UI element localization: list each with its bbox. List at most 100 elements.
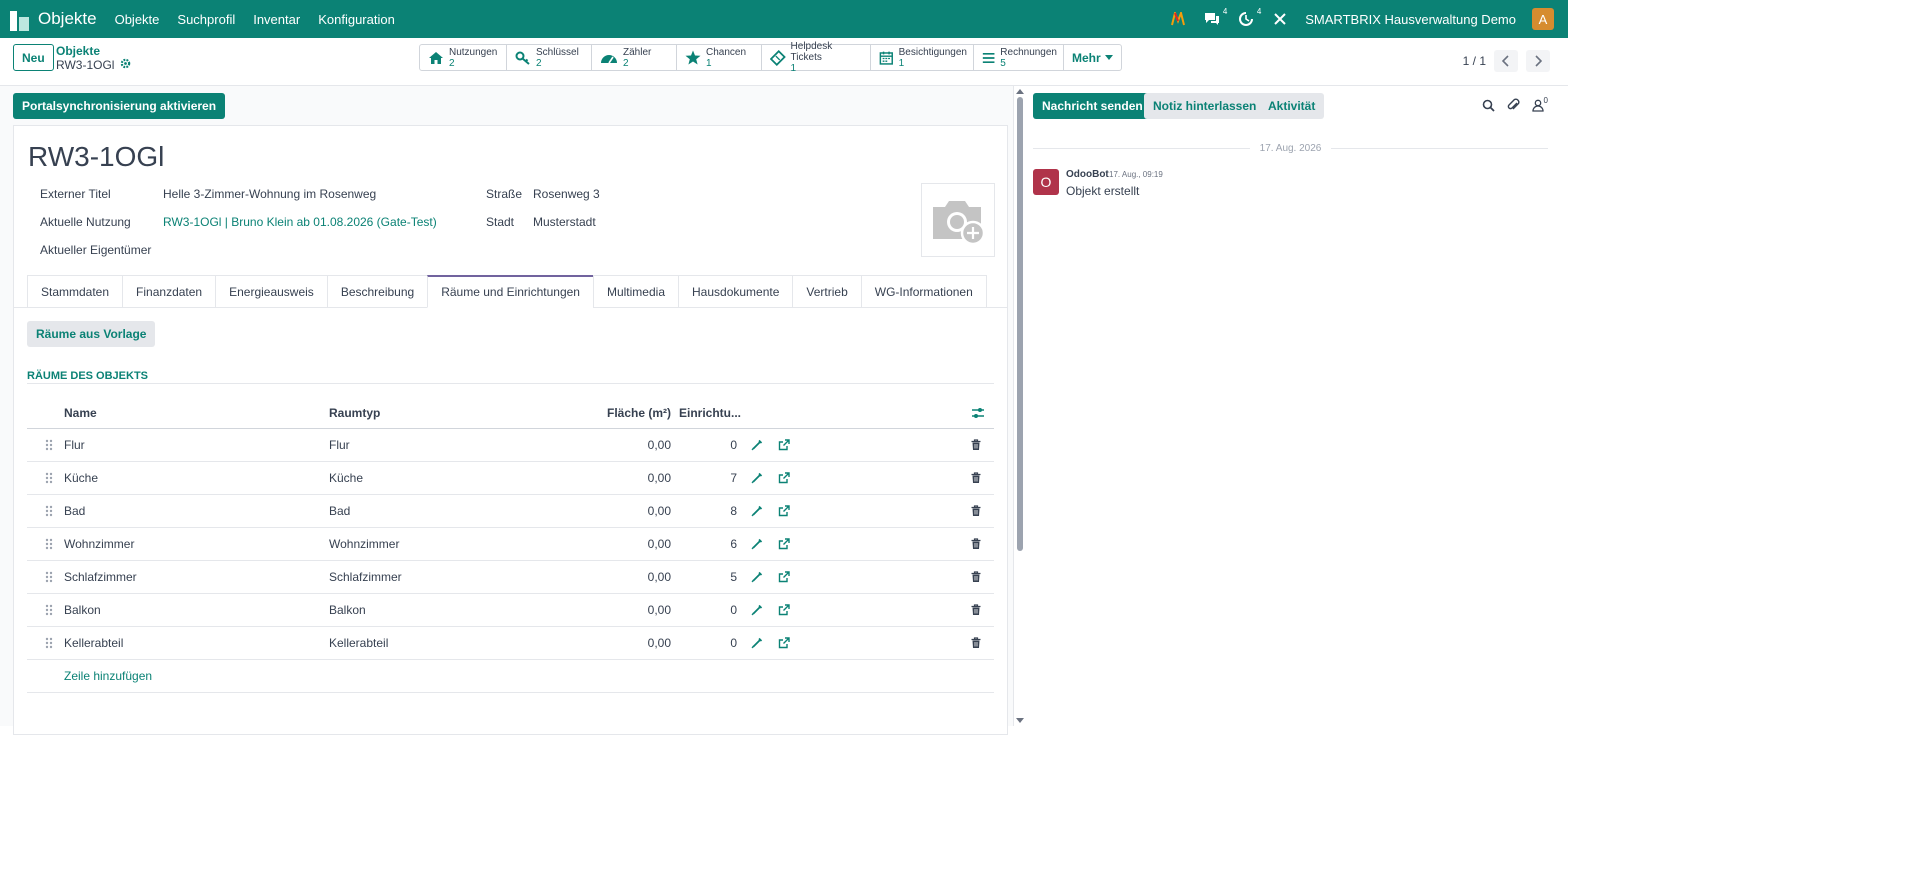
table-row[interactable]: Wohnzimmer Wohnzimmer 0,00 6 [27,528,994,561]
tab-stammdaten[interactable]: Stammdaten [27,275,123,308]
table-row[interactable]: Schlafzimmer Schlafzimmer 0,00 5 [27,561,994,594]
room-area[interactable]: 0,00 [547,561,671,593]
table-row[interactable]: Küche Küche 0,00 7 [27,462,994,495]
image-upload[interactable] [921,183,995,257]
room-einrichtungen[interactable]: 5 [679,561,737,593]
room-einrichtungen[interactable]: 8 [679,495,737,527]
smart-button-schluessel[interactable]: Schlüssel 2 [507,45,592,70]
tab-energieausweis[interactable]: Energieausweis [215,275,327,308]
gear-icon[interactable] [120,58,131,72]
edit-wand-icon[interactable] [751,462,763,494]
pager-prev-button[interactable] [1494,50,1518,72]
room-type[interactable]: Kellerabteil [329,627,388,659]
open-external-icon[interactable] [778,627,790,659]
rooms-from-template-button[interactable]: Räume aus Vorlage [27,321,156,347]
log-note-button[interactable]: Notiz hinterlassen [1144,93,1266,119]
table-row[interactable]: Balkon Balkon 0,00 0 [27,594,994,627]
open-external-icon[interactable] [778,561,790,593]
delete-trash-icon[interactable] [971,429,981,461]
edit-wand-icon[interactable] [751,561,763,593]
tools-icon[interactable] [1271,10,1289,28]
room-type[interactable]: Wohnzimmer [329,528,399,560]
menu-objekte[interactable]: Objekte [115,12,160,27]
delete-trash-icon[interactable] [971,462,981,494]
tab-wg-informationen[interactable]: WG-Informationen [860,275,987,308]
delete-trash-icon[interactable] [971,594,981,626]
tab-raeume-und-einrichtungen[interactable]: Räume und Einrichtungen [427,275,593,308]
edit-wand-icon[interactable] [751,594,763,626]
tab-vertrieb[interactable]: Vertrieb [792,275,861,308]
user-avatar[interactable]: A [1532,8,1554,30]
street-value[interactable]: Rosenweg 3 [533,187,600,201]
room-type[interactable]: Bad [329,495,350,527]
menu-suchprofil[interactable]: Suchprofil [177,12,235,27]
messages-icon[interactable]: 4 [1203,7,1227,28]
pager-next-button[interactable] [1526,50,1550,72]
room-einrichtungen[interactable]: 0 [679,594,737,626]
room-einrichtungen[interactable]: 7 [679,462,737,494]
search-icon[interactable] [1482,99,1495,112]
form-scrollbar-thumb[interactable] [1017,97,1023,551]
breadcrumb-parent[interactable]: Objekte [56,44,100,58]
room-einrichtungen[interactable]: 0 [679,429,737,461]
tab-hausdokumente[interactable]: Hausdokumente [678,275,793,308]
external-title-value[interactable]: Helle 3-Zimmer-Wohnung im Rosenweg [163,187,376,201]
smart-button-nutzungen[interactable]: Nutzungen 2 [420,45,507,70]
current-use-link[interactable]: RW3-1OGl | Bruno Klein ab 01.08.2026 (Ga… [163,215,437,229]
edit-wand-icon[interactable] [751,627,763,659]
room-area[interactable]: 0,00 [547,462,671,494]
room-name[interactable]: Schlafzimmer [64,561,137,593]
followers-button[interactable]: 0 [1531,96,1548,112]
room-type[interactable]: Schlafzimmer [329,561,402,593]
column-header-area[interactable]: Fläche (m²) [547,398,671,428]
column-header-einrichtungen[interactable]: Einrichtu... [679,398,741,428]
send-message-button[interactable]: Nachricht senden [1033,93,1152,119]
activities-icon[interactable]: 4 [1237,7,1261,28]
record-title[interactable]: RW3-1OGl [28,141,164,173]
menu-konfiguration[interactable]: Konfiguration [318,12,395,27]
room-name[interactable]: Wohnzimmer [64,528,134,560]
tab-multimedia[interactable]: Multimedia [592,275,678,308]
add-line-link[interactable]: Zeile hinzufügen [64,660,152,692]
tab-beschreibung[interactable]: Beschreibung [326,275,428,308]
drag-handle-icon[interactable] [45,627,53,659]
delete-trash-icon[interactable] [971,627,981,659]
drag-handle-icon[interactable] [45,561,53,593]
open-external-icon[interactable] [778,495,790,527]
delete-trash-icon[interactable] [971,495,981,527]
room-area[interactable]: 0,00 [547,594,671,626]
room-type[interactable]: Flur [329,429,350,461]
open-external-icon[interactable] [778,429,790,461]
room-type[interactable]: Küche [329,462,363,494]
open-external-icon[interactable] [778,462,790,494]
tab-finanzdaten[interactable]: Finanzdaten [122,275,216,308]
new-button[interactable]: Neu [13,44,54,71]
room-area[interactable]: 0,00 [547,627,671,659]
message-author[interactable]: OdooBot [1066,169,1109,180]
delete-trash-icon[interactable] [971,528,981,560]
column-header-name[interactable]: Name [64,398,97,428]
drag-handle-icon[interactable] [45,495,53,527]
table-row[interactable]: Bad Bad 0,00 8 [27,495,994,528]
room-einrichtungen[interactable]: 0 [679,627,737,659]
open-external-icon[interactable] [778,594,790,626]
delete-trash-icon[interactable] [971,561,981,593]
drag-handle-icon[interactable] [45,462,53,494]
room-einrichtungen[interactable]: 6 [679,528,737,560]
room-name[interactable]: Kellerabteil [64,627,123,659]
smart-button-zaehler[interactable]: Zähler 2 [592,45,677,70]
edit-wand-icon[interactable] [751,429,763,461]
open-external-icon[interactable] [778,528,790,560]
table-row[interactable]: Flur Flur 0,00 0 [27,429,994,462]
smart-button-helpdesk[interactable]: Helpdesk Tickets 1 [762,41,871,74]
room-type[interactable]: Balkon [329,594,366,626]
room-name[interactable]: Flur [64,429,85,461]
drag-handle-icon[interactable] [45,594,53,626]
activity-button[interactable]: Aktivität [1259,93,1325,119]
edit-wand-icon[interactable] [751,528,763,560]
portal-sync-button[interactable]: Portalsynchronisierung aktivieren [13,93,226,119]
app-title[interactable]: Objekte [38,9,97,29]
more-button[interactable]: Mehr [1064,45,1121,70]
pager-value[interactable]: 1 / 1 [1463,54,1486,68]
brand-badge-icon[interactable] [1169,10,1187,28]
